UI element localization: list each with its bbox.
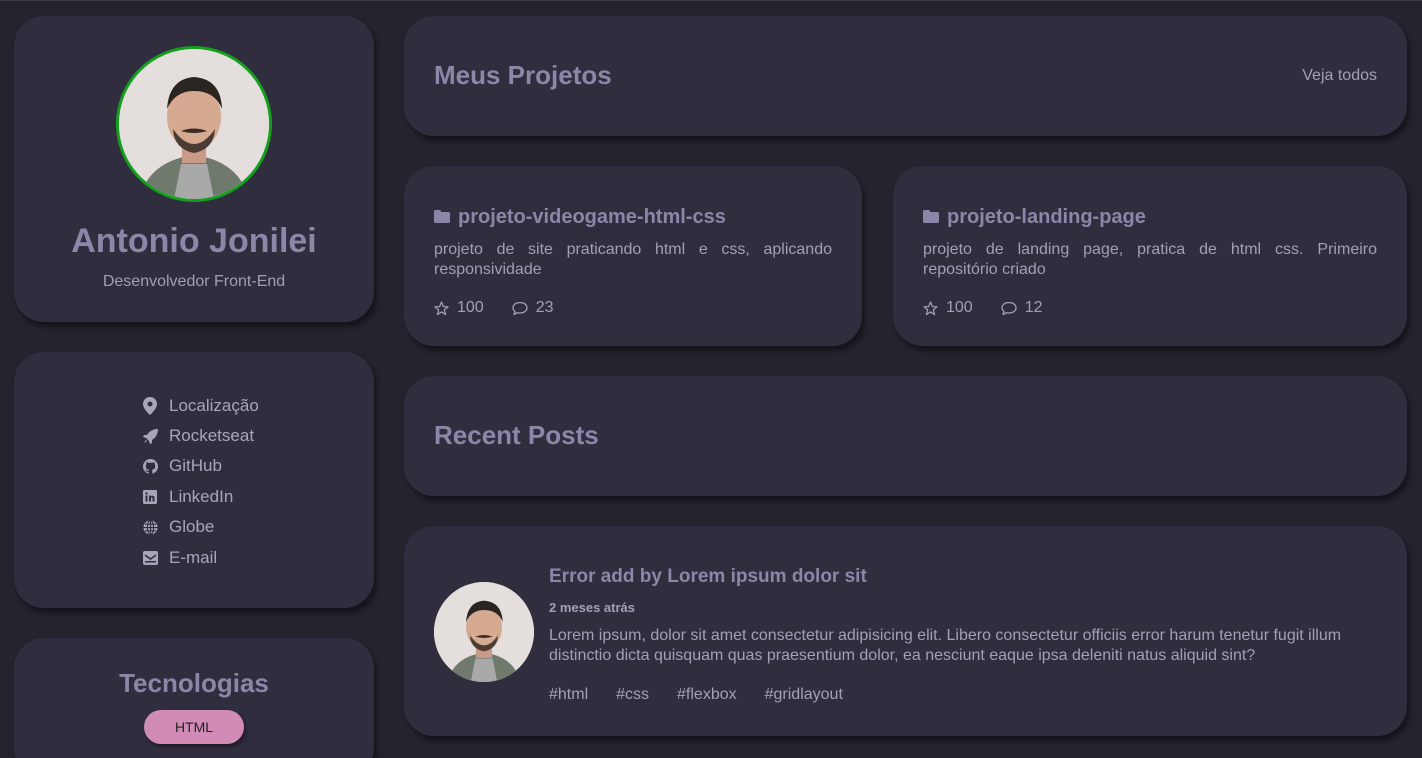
folder-icon [434,206,450,229]
link-label: Localização [169,396,259,415]
globe-icon [142,519,158,535]
link-label: Globe [169,517,215,536]
stars-value: 100 [946,299,973,316]
repo-description: projeto de site praticando html e css, a… [434,241,832,278]
comment-icon [512,301,528,315]
link-label: Rocketseat [169,426,255,445]
avatar-photo [434,582,534,682]
comments-count: 23 [512,299,554,317]
repo-title[interactable]: projeto-videogame-html-css [434,206,726,229]
star-icon [434,300,449,315]
comments-value: 12 [1024,299,1043,316]
see-all-link[interactable]: Veja todos [1302,67,1377,85]
post-tags: #html #css #flexbox #gridlayout [549,686,871,704]
map-pin-icon [142,397,158,415]
tech-title: Tecnologias [119,668,269,698]
email-icon [142,550,158,566]
repo-meta: 100 12 [923,299,1071,317]
posts-title: Recent Posts [434,420,599,450]
avatar-photo [119,49,269,199]
post-time: 2 meses atrás [549,600,636,615]
profile-card: Antonio Jonilei Desenvolvedor Front-End [14,16,374,322]
repo-meta: 100 23 [434,299,582,317]
repo-name: projeto-landing-page [947,206,1146,228]
comments-value: 23 [535,299,554,316]
link-label: E-mail [169,548,218,567]
link-rocketseat[interactable]: Rocketseat [142,425,254,447]
star-icon [923,300,938,315]
link-globe[interactable]: Globe [142,516,214,538]
post-tag[interactable]: #html [549,686,588,704]
repo-description: projeto de landing page, pratica de html… [923,241,1377,278]
linkedin-icon [142,489,158,505]
links-card: Localização Rocketseat GitHub LinkedIn G… [14,352,374,608]
repo-title[interactable]: projeto-landing-page [923,206,1146,229]
link-location[interactable]: Localização [142,395,259,417]
tech-badge-html[interactable]: HTML [144,710,244,744]
post-title[interactable]: Error add by Lorem ipsum dolor sit [549,566,867,588]
profile-name: Antonio Jonilei [71,222,317,260]
posts-header: Recent Posts [404,376,1407,496]
post-avatar [434,582,534,682]
comment-icon [1001,301,1017,315]
github-icon [142,458,158,474]
repo-name: projeto-videogame-html-css [458,206,726,228]
folder-icon [923,206,939,229]
post-card[interactable]: Error add by Lorem ipsum dolor sit 2 mes… [404,526,1407,736]
tech-card: Tecnologias HTML [14,638,374,758]
link-email[interactable]: E-mail [142,547,217,569]
comments-count: 12 [1001,299,1043,317]
rocket-icon [142,428,158,444]
avatar [116,46,272,202]
link-label: LinkedIn [169,487,234,506]
stars-count: 100 [434,299,484,317]
projects-title: Meus Projetos [434,60,612,90]
profile-role: Desenvolvedor Front-End [102,273,286,290]
link-github[interactable]: GitHub [142,455,222,477]
post-tag[interactable]: #flexbox [677,686,737,704]
post-body: Lorem ipsum, dolor sit amet consectetur … [549,627,1342,664]
projects-header: Meus Projetos Veja todos [404,16,1407,136]
stars-value: 100 [457,299,484,316]
repo-card[interactable]: projeto-landing-page projeto de landing … [893,166,1407,346]
link-label: GitHub [169,456,222,475]
post-tag[interactable]: #css [616,686,649,704]
stars-count: 100 [923,299,973,317]
post-tag[interactable]: #gridlayout [765,686,843,704]
repo-card[interactable]: projeto-videogame-html-css projeto de si… [404,166,862,346]
link-linkedin[interactable]: LinkedIn [142,486,233,508]
